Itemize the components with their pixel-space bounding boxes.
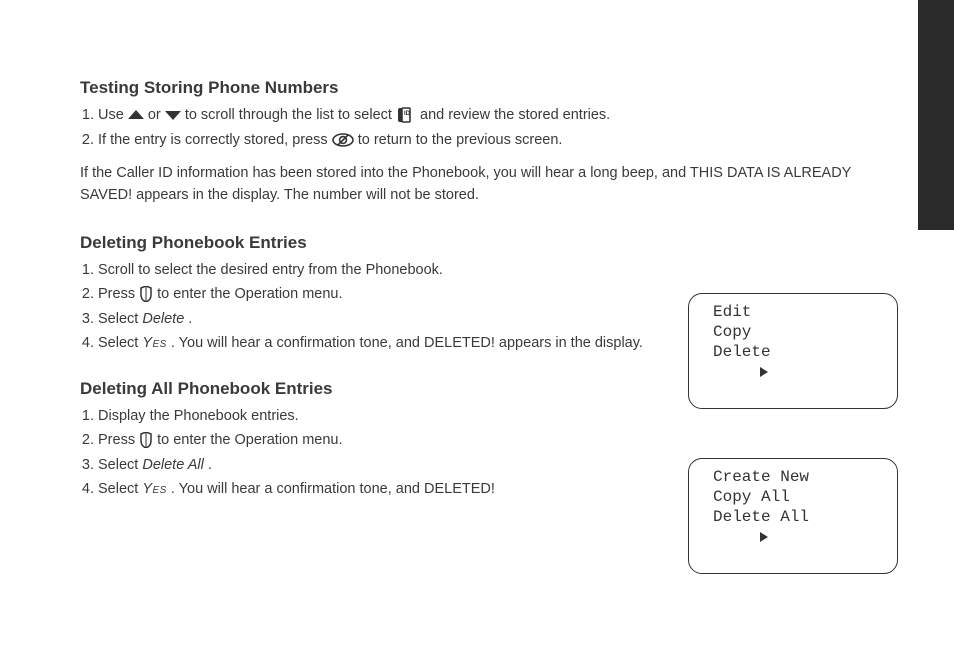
heading-deleting: Deleting Phonebook Entries [80, 233, 900, 253]
text: Select [98, 335, 142, 351]
lcd-line: Edit [713, 302, 751, 322]
text: Scroll to select the desired entry from … [98, 262, 443, 278]
list-testing: Use or to scroll through the list to sel… [80, 104, 900, 151]
text: . You will hear a confirmation tone, and… [171, 335, 643, 351]
phonebook-icon: ID [396, 104, 416, 126]
option-yes: Yes [142, 481, 167, 497]
lcd-line: Copy [713, 322, 751, 342]
text: . [188, 311, 192, 327]
text: Select [98, 481, 142, 497]
lcd-line: Delete All [713, 507, 809, 567]
list-item: Use or to scroll through the list to sel… [98, 104, 900, 127]
heading-testing: Testing Storing Phone Numbers [80, 78, 900, 98]
options-icon [139, 283, 153, 305]
text: . You will hear a confirmation tone, and… [171, 481, 495, 497]
text: . [208, 457, 212, 473]
trailer-text: If the Caller ID information has been st… [80, 163, 900, 207]
lcd-display-edit-copy-delete: Edit Copy Delete [688, 293, 898, 409]
text: and review the stored entries. [420, 107, 610, 123]
svg-text:ID: ID [404, 111, 411, 117]
text: Display the Phonebook entries. [98, 408, 299, 424]
list-item: Press to enter the Operation menu. [98, 429, 900, 452]
text: to scroll through the list to select [185, 107, 396, 123]
lcd-line: Delete [713, 342, 771, 402]
list-item: If the entry is correctly stored, press … [98, 129, 900, 152]
text: to enter the Operation menu. [157, 286, 342, 302]
cancel-icon [332, 129, 354, 151]
text: Select [98, 311, 142, 327]
side-tab [918, 0, 954, 230]
text: Use [98, 107, 128, 123]
text: or [148, 107, 165, 123]
option-delete: Delete [142, 311, 184, 327]
text: to return to the previous screen. [358, 132, 563, 148]
lcd-display-create-copyall-deleteall: Create New Copy All Delete All [688, 458, 898, 574]
text: Select [98, 457, 142, 473]
cursor-right-icon [701, 507, 713, 567]
page-content: Testing Storing Phone Numbers Use or to … [80, 60, 900, 504]
lcd-line: Create New [713, 467, 809, 487]
list-item: Scroll to select the desired entry from … [98, 259, 900, 281]
options-icon [139, 429, 153, 451]
text: to enter the Operation menu. [157, 432, 342, 448]
cursor-right-icon [701, 342, 713, 402]
down-arrow-icon [165, 104, 181, 126]
text: Press [98, 432, 139, 448]
text: Press [98, 286, 139, 302]
text: If the entry is correctly stored, press [98, 132, 332, 148]
up-arrow-icon [128, 104, 144, 126]
lcd-line: Copy All [713, 487, 790, 507]
option-delete-all: Delete All [142, 457, 204, 473]
option-yes: Yes [142, 335, 167, 351]
